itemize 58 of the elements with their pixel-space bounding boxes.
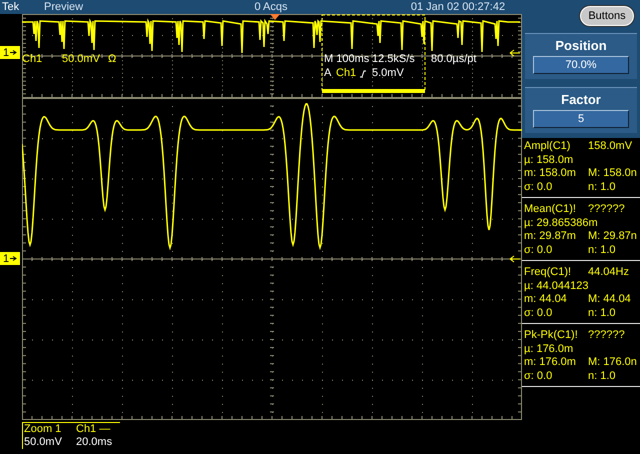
trigger-level-icon [510, 256, 520, 262]
measurement-mean: µ: 44.044123 [524, 280, 590, 293]
trigger-label: A [324, 67, 332, 80]
control-label: Position [555, 38, 607, 53]
record-resolution: 80.0µs/pt [431, 53, 476, 66]
measurement-std: σ: 0.0 [524, 244, 554, 257]
zoom-channel: Ch1 — [76, 423, 112, 436]
brand-label: Tek [1, 1, 20, 13]
buttons-toggle[interactable]: Buttons [579, 5, 635, 27]
arrow-icon [10, 49, 18, 56]
measurement-max: M: 176.0n [588, 356, 638, 370]
rising-edge-icon [360, 70, 366, 78]
measurement-mean: µ: 158.0m [524, 154, 574, 167]
measurement-value: ?????? [588, 329, 626, 342]
measurement-value: 158.0mV [588, 140, 634, 154]
measurement-std: σ: 0.0 [524, 180, 554, 194]
sample-rate: 12.5kS/s [372, 53, 415, 66]
measurement-value: 44.04Hz [588, 266, 630, 280]
zoom-title: Zoom 1 [24, 423, 62, 436]
measurement-count: n: 1.0 [588, 244, 617, 257]
measurement-name: Mean(C1)! [524, 203, 577, 216]
measurement-value: ?????? [588, 203, 626, 216]
control-value-field[interactable]: 70.0% [533, 56, 629, 74]
measurement-mean: µ: 29.865386m [524, 216, 599, 230]
zoom-timebase: 20.0ms [76, 436, 114, 449]
measurement-std: σ: 0.0 [524, 370, 554, 383]
arrow-icon [10, 255, 18, 262]
trigger-source: Ch1 [336, 67, 356, 80]
measurement-min: m: 158.0m [524, 167, 577, 180]
vertical-scale: 50.0mV [62, 53, 100, 66]
measurement-count: n: 1.0 [588, 370, 617, 383]
measurement-min: m: 29.87m [524, 230, 577, 244]
measurement-max: M: 158.0n [588, 167, 638, 180]
measurement-max: M: 44.04 [588, 293, 632, 306]
measurement-std: σ: 0.0 [524, 306, 554, 320]
channel-marker: 1 [0, 46, 20, 59]
control-value-field[interactable]: 5 [533, 110, 629, 128]
channel-marker: 1 [0, 252, 20, 265]
control-panel[interactable]: Position 70.0% [525, 33, 637, 79]
date-time: 01 Jan 02 00:27:42 [410, 1, 506, 13]
control-panel[interactable]: Factor 5 [525, 87, 637, 133]
trigger-level: 5.0mV [372, 67, 404, 80]
zoom-vertical-scale: 50.0mV [24, 436, 63, 449]
control-label: Factor [561, 92, 601, 107]
measurement-max: M: 29.87n [588, 230, 638, 244]
measurement-mean: µ: 176.0m [524, 342, 574, 356]
termination-label: Ω [108, 53, 116, 66]
acquisition-count: 0 Acqs [253, 1, 289, 13]
measurement-min: m: 176.0m [524, 356, 577, 370]
measurement-count: n: 1.0 [588, 180, 617, 194]
measurement-count: n: 1.0 [588, 306, 617, 320]
mode-label: Preview [43, 1, 84, 13]
measurement-name: Ampl(C1) [524, 140, 572, 154]
timebase-label: M 100ms [324, 53, 370, 66]
channel-label: Ch1 [22, 53, 42, 66]
measurement-name: Pk-Pk(C1)! [524, 329, 579, 342]
measurement-min: m: 44.04 [524, 293, 568, 306]
measurement-name: Freq(C1)! [524, 266, 572, 280]
